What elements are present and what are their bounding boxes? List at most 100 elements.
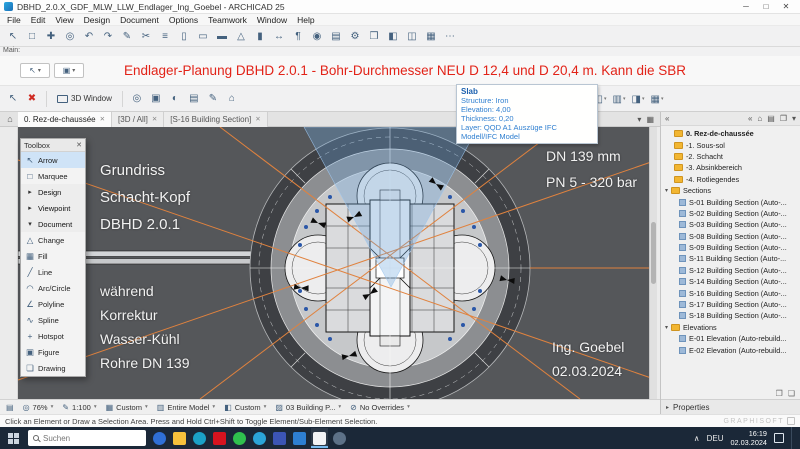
move-icon[interactable]: ✚ (43, 28, 59, 44)
drawing-area[interactable]: GrundrissSchacht-KopfDBHD 2.0.1 währendK… (18, 127, 657, 399)
section-item[interactable]: S-12 Building Section (Auto-... (661, 265, 800, 276)
tray-chevron-icon[interactable]: ∧ (694, 434, 700, 443)
toolbox-tool[interactable]: □ Marquee (21, 168, 85, 184)
section-tool-icon[interactable]: ◫ (404, 28, 420, 44)
toolbox-tool[interactable]: ❏ Drawing (21, 360, 85, 376)
back-icon[interactable]: « (748, 114, 752, 123)
layers-icon[interactable]: ▤ (328, 28, 344, 44)
door-tool-icon[interactable]: ▯ (176, 28, 192, 44)
home-icon[interactable]: ⌂ (757, 114, 762, 123)
new-tab-icon[interactable]: ▦ (646, 115, 654, 124)
collapse-icon[interactable]: ▾ (792, 114, 796, 123)
elevation-item[interactable]: E-02 Elevation (Auto-rebuild... (661, 344, 800, 355)
language-indicator[interactable]: DEU (707, 434, 724, 443)
menu-item[interactable]: Help (292, 15, 319, 25)
zoom-icon[interactable]: ◎ (62, 28, 78, 44)
arrow-tool-icon[interactable]: ↖ (5, 28, 21, 44)
favorites-dropdown[interactable]: ▣ (54, 63, 84, 78)
trim-icon[interactable]: ✂ (138, 28, 154, 44)
layer-combination-dropdown[interactable]: ▦ Custom (106, 403, 148, 412)
graphic-override-dropdown[interactable]: ⊘ No Overrides (350, 403, 410, 412)
annotation-status[interactable]: währendKorrekturWasser-KühlRohre DN 139 (100, 279, 190, 375)
settings-icon[interactable]: ⚙ (347, 28, 363, 44)
toolbox-tool[interactable]: ▸ Design (21, 184, 85, 200)
roof-tool-icon[interactable]: △ (233, 28, 249, 44)
section-item[interactable]: S-18 Building Section (Auto-... (661, 310, 800, 321)
orbit-icon[interactable]: ◎ (129, 91, 145, 107)
guide-lines-icon[interactable]: ◨ (630, 91, 646, 107)
tree-view-icon[interactable]: ▤ (767, 114, 775, 123)
whatsapp-icon[interactable] (231, 428, 248, 448)
marquee-tool-icon[interactable]: □ (24, 28, 40, 44)
model-filter-dropdown[interactable]: ▥ Entire Model (157, 403, 215, 412)
toolbox-tool[interactable]: ↖ Arrow (21, 152, 85, 168)
settings-small-icon[interactable]: ❏ (788, 389, 795, 398)
pen-set-dropdown[interactable]: ▨ 03 Building P... (275, 403, 341, 412)
tab-list-icon[interactable]: ▾ (637, 115, 641, 124)
grid-icon[interactable]: ▦ (423, 28, 439, 44)
toolbox-tool[interactable]: ╱ Line (21, 264, 85, 280)
explorer-folder-icon[interactable] (171, 428, 188, 448)
home-tab-icon[interactable]: ⌂ (2, 114, 18, 124)
close-button[interactable]: ✕ (776, 0, 796, 13)
toolbox-tool[interactable]: ▸ Viewpoint (21, 200, 85, 216)
taskbar-search[interactable] (28, 430, 146, 446)
3d-view-icon[interactable]: ◧ (385, 28, 401, 44)
text-tool-icon[interactable]: ¶ (290, 28, 306, 44)
toolbox-tool[interactable]: ▾ Document (21, 216, 85, 232)
pencil-icon[interactable]: ✎ (119, 28, 135, 44)
annotation-pipe-spec[interactable]: DN 139 mmPN 5 - 320 bar (546, 143, 637, 195)
start-button[interactable] (8, 433, 19, 444)
view-tab[interactable]: 0. Rez-de-chaussée ✕ (18, 112, 112, 127)
tab-close-icon[interactable]: ✕ (255, 115, 260, 123)
section-item[interactable]: S-17 Building Section (Auto-... (661, 299, 800, 310)
story-item[interactable]: 0. Rez-de-chaussée (661, 128, 800, 139)
dimension-icon[interactable]: ↔ (271, 28, 287, 44)
menu-item[interactable]: Edit (26, 15, 51, 25)
slab-tool-icon[interactable]: ▬ (214, 28, 230, 44)
section-item[interactable]: S-16 Building Section (Auto-... (661, 287, 800, 298)
canvas-vertical-scrollbar[interactable] (649, 127, 657, 399)
grid-snap-icon[interactable]: ▥ (611, 91, 627, 107)
toolbox-close-icon[interactable]: ✕ (76, 141, 82, 149)
section-item[interactable]: S-09 Building Section (Auto-... (661, 242, 800, 253)
clipboard-icon[interactable]: ❐ (776, 389, 783, 398)
3d-window-button[interactable]: 3D Window (53, 94, 116, 103)
toolbox-tool[interactable]: ▦ Fill (21, 248, 85, 264)
undo-icon[interactable]: ↶ (81, 28, 97, 44)
more-icon[interactable]: ⋯ (442, 28, 458, 44)
browser-icon[interactable] (151, 428, 168, 448)
pin-icon[interactable]: ❐ (780, 114, 787, 123)
scale-dropdown[interactable]: ✎ 1:100 (62, 403, 96, 412)
tab-close-icon[interactable]: ✕ (100, 115, 105, 123)
acrobat-icon[interactable] (211, 428, 228, 448)
zoom-level-dropdown[interactable]: ◎ 76% (23, 403, 54, 412)
story-item[interactable]: -2. Schacht (661, 151, 800, 162)
home-story-icon[interactable]: ⌂ (224, 91, 240, 107)
menu-item[interactable]: Teamwork (203, 15, 252, 25)
edge-icon[interactable] (191, 428, 208, 448)
archicad-icon[interactable] (311, 428, 328, 448)
teams-icon[interactable] (271, 428, 288, 448)
tab-close-icon[interactable]: ✕ (152, 115, 157, 123)
menu-item[interactable]: Options (164, 15, 203, 25)
collapse-caret-icon[interactable]: ▾ (665, 324, 668, 331)
menu-item[interactable]: File (2, 15, 26, 25)
show-desktop-button[interactable] (791, 427, 794, 449)
properties-bar[interactable]: ▸ Properties (661, 399, 800, 414)
maximize-button[interactable]: □ (756, 0, 776, 13)
selection-dropdown[interactable]: ↖ (20, 63, 50, 78)
library-icon[interactable]: ❒ (366, 28, 382, 44)
telegram-icon[interactable] (251, 428, 268, 448)
expand-caret-icon[interactable]: ▸ (666, 404, 669, 411)
mail-icon[interactable] (291, 428, 308, 448)
view-tab[interactable]: [3D / All] ✕ (112, 112, 164, 127)
toolbox-tool[interactable]: ∿ Spline (21, 312, 85, 328)
edit-icon[interactable]: ✎ (205, 91, 221, 107)
toolbox-tool[interactable]: ▣ Figure (21, 344, 85, 360)
view-tab[interactable]: [S-16 Building Section] ✕ (164, 112, 267, 127)
section-item[interactable]: S-03 Building Section (Auto-... (661, 219, 800, 230)
menu-item[interactable]: Design (79, 15, 115, 25)
navigator-back-icon[interactable]: « (665, 114, 669, 123)
renovation-filter-dropdown[interactable]: ◧ Custom (224, 403, 266, 412)
